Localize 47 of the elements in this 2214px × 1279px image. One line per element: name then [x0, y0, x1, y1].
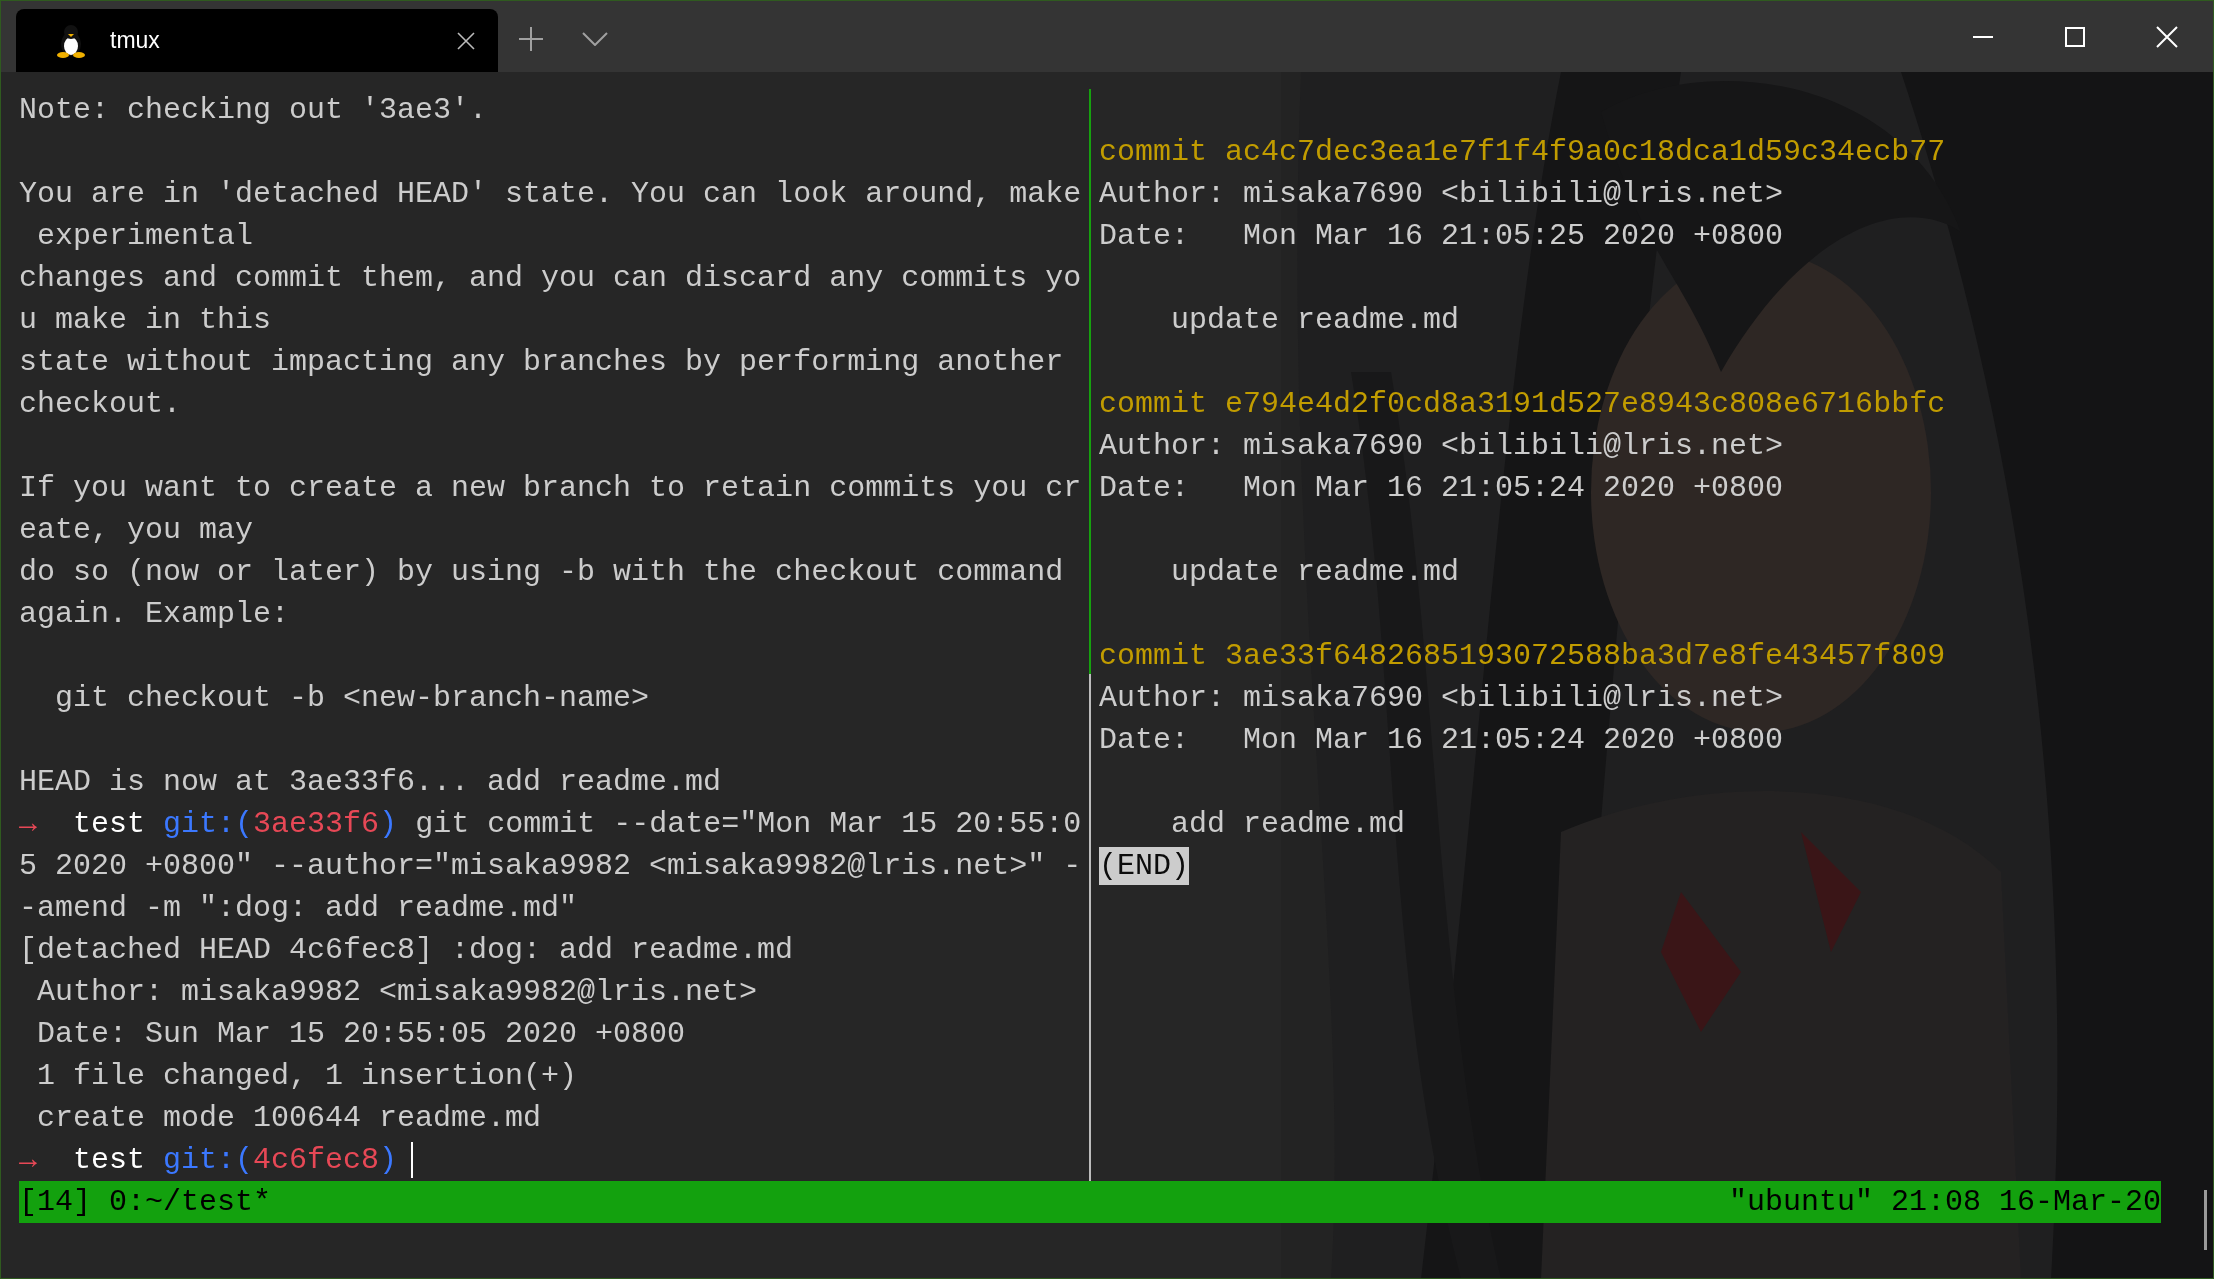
- minimize-icon: [1973, 35, 1993, 38]
- terminal-line: Date: Sun Mar 15 20:55:05 2020 +0800: [36, 1015, 686, 1053]
- terminal-line: eate, you may: [19, 511, 254, 549]
- penguin-icon: [56, 23, 86, 58]
- terminal-line: [detached HEAD 4c6fec8] :dog: add readme.md: [19, 931, 794, 969]
- terminal-line: You are in 'detached HEAD' state. You can look around, make: [19, 175, 1082, 213]
- terminal-line: Date: Mon Mar 16 21:05:24 2020 +0800: [1099, 721, 1784, 759]
- close-icon: [2156, 25, 2178, 48]
- terminal-line: create mode 100644 readme.md: [36, 1099, 542, 1137]
- terminal-line: -amend -m ":dog: add readme.md": [19, 889, 578, 927]
- terminal-line: state without impacting any branches by performing another: [19, 343, 1064, 381]
- prompt-line: → test git:(4c6fec8): [19, 1141, 398, 1179]
- terminal-line: Author: misaka7690 <bilibili@lris.net>: [1099, 679, 1784, 717]
- status-right: "ubuntu" 21:08 16-Mar-20: [1728, 1183, 2161, 1221]
- chevron-down-icon: [582, 32, 608, 46]
- terminal-line: Note: checking out '3ae3'.: [19, 91, 488, 129]
- terminal-line: HEAD is now at 3ae33f6... add readme.md: [19, 763, 722, 801]
- status-left: [14] 0:~/test*: [19, 1183, 272, 1221]
- tab[interactable]: tmux: [16, 9, 498, 72]
- commit-line: commit ac4c7dec3ea1e7f1f4f9a0c18dca1d59c34ecb77: [1099, 133, 1946, 171]
- commit-line: commit 3ae33f6482685193072588ba3d7e8fe43457f809: [1099, 637, 1946, 675]
- terminal-line: add readme.md: [1170, 805, 1406, 843]
- commit-line: commit e794e4d2f0cd8a3191d527e8943c808e6716bbfc: [1099, 385, 1946, 423]
- terminal-line: 5 2020 +0800" --author="misaka9982 <misaka9982@lris.net>" -: [19, 847, 1082, 885]
- terminal-line: 1 file changed, 1 insertion(+): [36, 1057, 578, 1095]
- terminal-line: git checkout -b <new-branch-name>: [54, 679, 650, 717]
- tab-title: tmux: [110, 26, 160, 56]
- terminal-line: Author: misaka7690 <bilibili@lris.net>: [1099, 427, 1784, 465]
- prompt-line: → test git:(3ae33f6) git commit --date="Mon Mar 15 20:55:0: [19, 805, 1082, 843]
- maximize-icon: [2065, 26, 2085, 47]
- scrollbar[interactable]: [2204, 1190, 2207, 1250]
- terminal-line: Author: misaka9982 <misaka9982@lris.net>: [36, 973, 758, 1011]
- terminal-line: checkout.: [19, 385, 182, 423]
- terminal-line: update readme.md: [1170, 553, 1460, 591]
- terminal-line: update readme.md: [1170, 301, 1460, 339]
- terminal-line: Author: misaka7690 <bilibili@lris.net>: [1099, 175, 1784, 213]
- plus-icon: [518, 26, 544, 52]
- terminal-line: If you want to create a new branch to retain commits you cr: [19, 469, 1082, 507]
- terminal-line: changes and commit them, and you can discard any commits yo: [19, 259, 1082, 297]
- terminal-line: Date: Mon Mar 16 21:05:24 2020 +0800: [1099, 469, 1784, 507]
- terminal-line: Date: Mon Mar 16 21:05:25 2020 +0800: [1099, 217, 1784, 255]
- end-marker: (END): [1099, 847, 1189, 885]
- terminal-line: u make in this: [19, 301, 272, 339]
- terminal-line: experimental: [36, 217, 254, 255]
- terminal-line: again. Example:: [19, 595, 290, 633]
- close-icon: [457, 31, 475, 50]
- terminal-line: do so (now or later) by using -b with the checkout command: [19, 553, 1064, 591]
